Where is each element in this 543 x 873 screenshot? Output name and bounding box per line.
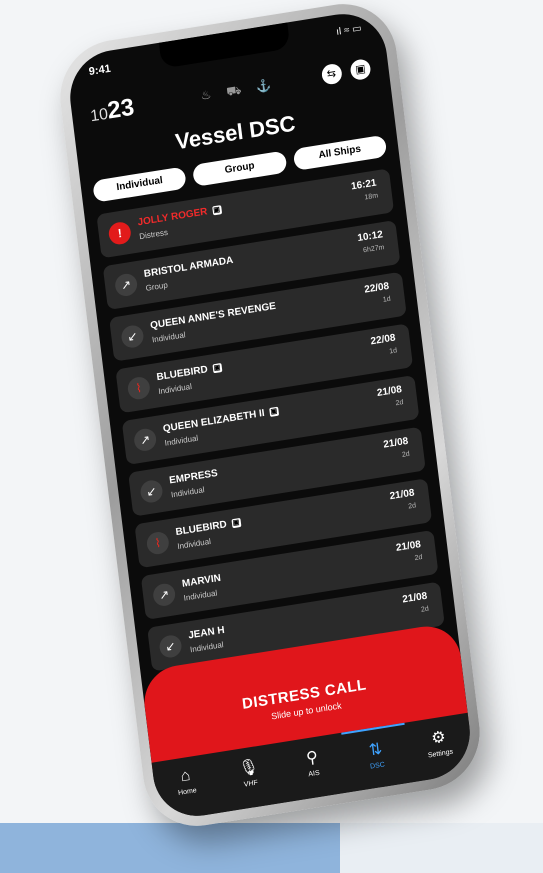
- call-name: BRISTOL ARMADA: [143, 254, 234, 280]
- call-elapsed: 6h27m: [362, 244, 385, 255]
- nav-dsc[interactable]: ⇅ DSC: [341, 722, 412, 793]
- call-time: 21/08: [382, 435, 409, 451]
- phone-frame: 9:41 ıl ≈ ▭ 1023 ♨ ⛟ ⚓ ⇆ ▣ Vessel DSC In…: [53, 0, 487, 834]
- call-time: 22/08: [370, 332, 397, 348]
- incoming-arrow-icon: ↙: [120, 323, 145, 350]
- tab-all-ships[interactable]: All Ships: [292, 134, 388, 172]
- call-type: Individual: [151, 330, 186, 345]
- outgoing-arrow-icon: ↗: [113, 272, 139, 298]
- call-elapsed: 1d: [388, 347, 398, 356]
- nav-settings[interactable]: ⚙ Settings: [404, 713, 475, 783]
- channel-number: 23: [105, 93, 136, 125]
- status-time: 9:41: [88, 62, 112, 79]
- call-elapsed: 2d: [420, 605, 430, 614]
- swap-icon[interactable]: ⇆: [320, 62, 343, 86]
- call-time: 16:21: [350, 177, 378, 193]
- call-time: 21/08: [401, 590, 428, 606]
- channel-display[interactable]: 1023: [88, 94, 135, 129]
- call-type: Individual: [176, 536, 212, 552]
- call-type: Group: [145, 280, 169, 293]
- zigzag-icon: ⌇: [126, 375, 152, 401]
- tab-group[interactable]: Group: [192, 150, 288, 187]
- tab-individual[interactable]: Individual: [92, 166, 188, 203]
- call-type: Individual: [164, 433, 199, 448]
- call-time: 21/08: [395, 539, 422, 554]
- call-type: Individual: [170, 485, 206, 500]
- call-elapsed: 1d: [382, 295, 392, 304]
- nav-vhf[interactable]: 🎙 VHF: [215, 743, 286, 813]
- call-name: QUEEN ELIZABETH II ▣: [162, 406, 279, 435]
- call-type: Individual: [157, 381, 193, 397]
- call-elapsed: 2d: [401, 450, 411, 459]
- outgoing-arrow-icon: ↗: [151, 582, 177, 608]
- call-type: Individual: [183, 588, 218, 603]
- call-type: Distress: [138, 227, 169, 242]
- call-name: BLUEBIRD ▣: [156, 362, 223, 384]
- call-name: JOLLY ROGER ▣: [136, 204, 222, 229]
- nav-ais[interactable]: ⚲ AIS: [278, 733, 349, 803]
- status-icons: ıl ≈ ▭: [335, 22, 363, 38]
- call-name: EMPRESS: [168, 467, 219, 487]
- call-list: ! JOLLY ROGER ▣ Distress 16:21 18m ↗ BRISTOL AR…: [96, 168, 445, 679]
- outgoing-arrow-icon: ↗: [132, 427, 158, 453]
- channel-prefix: 10: [89, 105, 110, 126]
- call-elapsed: 2d: [414, 553, 423, 563]
- alert-icon: !: [107, 220, 133, 246]
- header-buttons: ⇆ ▣: [315, 58, 372, 86]
- call-time: 21/08: [389, 487, 416, 503]
- incoming-arrow-icon: ↙: [139, 478, 164, 505]
- background-strip-light: [340, 823, 543, 873]
- call-name: QUEEN ANNE'S REVENGE: [149, 300, 277, 332]
- call-type: Individual: [189, 640, 225, 655]
- contact-badge-icon: ▣: [211, 204, 222, 216]
- call-elapsed: 18m: [364, 192, 379, 202]
- notch: [158, 22, 291, 69]
- call-time: 21/08: [376, 384, 403, 399]
- contact-icon[interactable]: ▣: [349, 58, 372, 82]
- call-elapsed: 2d: [407, 502, 417, 511]
- contact-badge-icon: ▣: [212, 362, 223, 374]
- call-name: MARVIN: [181, 572, 222, 590]
- call-name: BLUEBIRD ▣: [175, 517, 242, 539]
- contact-badge-icon: ▣: [231, 517, 242, 529]
- call-time: 22/08: [363, 280, 390, 296]
- phone-screen: 9:41 ıl ≈ ▭ 1023 ♨ ⛟ ⚓ ⇆ ▣ Vessel DSC In…: [65, 7, 475, 823]
- call-time: 10:12: [356, 229, 384, 245]
- zigzag-icon: ⌇: [145, 530, 171, 556]
- nav-home[interactable]: ⌂ Home: [152, 753, 223, 823]
- incoming-arrow-icon: ↙: [158, 633, 183, 660]
- call-elapsed: 2d: [395, 399, 404, 408]
- call-name: JEAN H: [187, 624, 226, 642]
- contact-badge-icon: ▣: [268, 406, 279, 417]
- mode-icons: ♨ ⛟ ⚓: [199, 76, 278, 103]
